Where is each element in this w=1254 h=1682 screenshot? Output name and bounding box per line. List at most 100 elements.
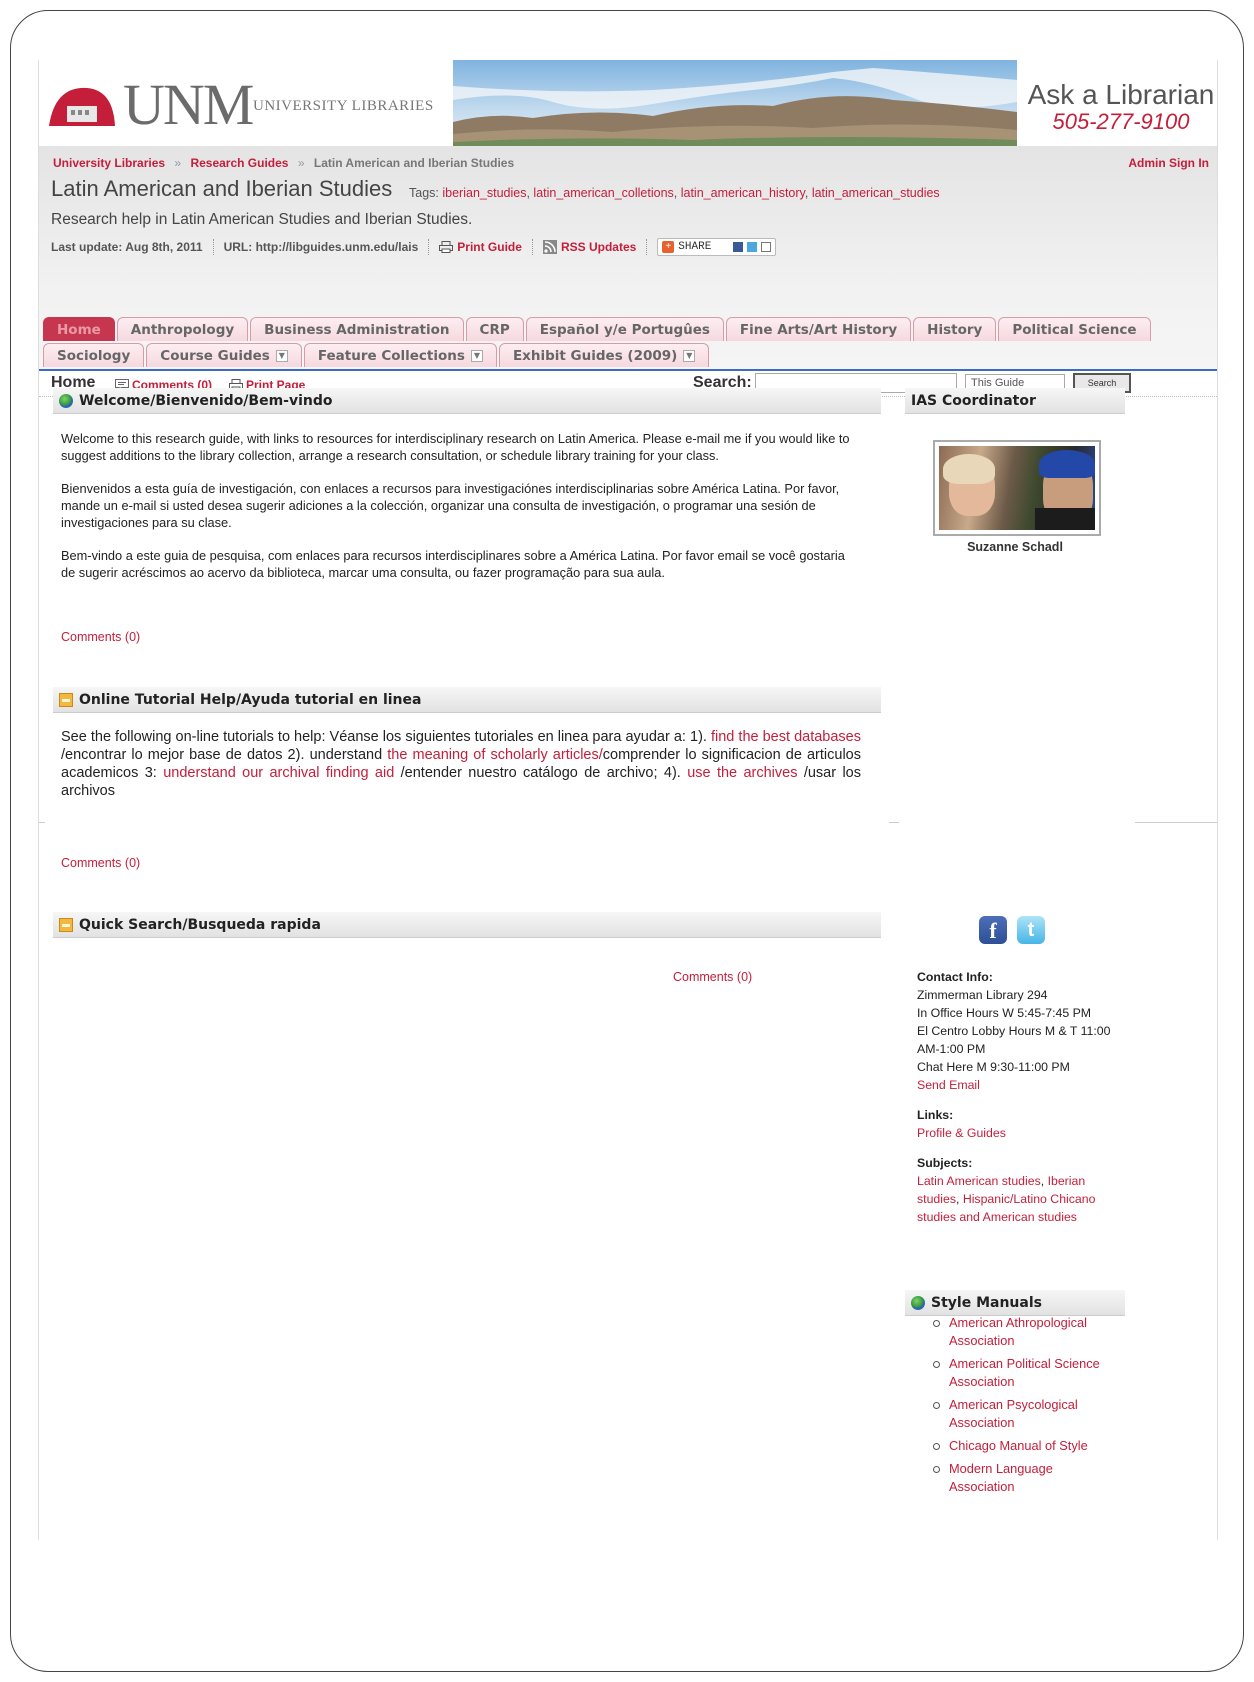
tab-political-science[interactable]: Political Science — [998, 317, 1151, 341]
tab-exhibit-guides[interactable]: Exhibit Guides (2009) ▼ — [498, 343, 710, 367]
tutorial-text-part: /entender nuestro catálogo de archivo; 4… — [394, 765, 688, 781]
send-email-link[interactable]: Send Email — [917, 1076, 1117, 1094]
rss-updates-link[interactable]: RSS Updates — [542, 240, 636, 254]
twitter-icon[interactable]: t — [1017, 916, 1045, 944]
tutorial-link-best-databases[interactable]: find the best databases — [711, 729, 861, 745]
breadcrumb-current: Latin American and Iberian Studies — [313, 156, 515, 170]
globe-icon — [911, 1295, 925, 1310]
welcome-portuguese: Bem-vindo a este guia de pesquisa, com e… — [61, 548, 845, 580]
chevron-down-icon[interactable]: ▼ — [683, 349, 696, 362]
tag-link[interactable]: latin_american_studies — [812, 186, 940, 200]
divider — [646, 239, 648, 255]
style-manuals-header: Style Manuals — [905, 1290, 1125, 1316]
contact-line: In Office Hours W 5:45-7:45 PM — [917, 1006, 1092, 1020]
contact-info-label: Contact Info: — [917, 970, 993, 984]
tab-espanol-portugues[interactable]: Español y/e Portugûes — [525, 317, 724, 341]
breadcrumb-separator: » — [297, 156, 305, 170]
style-manual-link[interactable]: American Psycological Association — [933, 1396, 1119, 1432]
ask-title[interactable]: Ask a Librarian — [1023, 80, 1217, 110]
unm-logo-icon[interactable] — [47, 82, 117, 128]
facebook-small-icon — [733, 242, 744, 252]
tab-home[interactable]: Home — [43, 317, 115, 341]
welcome-box-title: Welcome/Bienvenido/Bem-vindo — [79, 392, 333, 409]
divider — [212, 239, 214, 255]
tab-label: Exhibit Guides (2009) — [512, 347, 678, 364]
tag-link[interactable]: iberian_studies — [442, 186, 526, 200]
tab-history[interactable]: History — [913, 317, 997, 341]
rss-box-icon — [59, 692, 73, 707]
last-update: Last update: Aug 8th, 2011 — [51, 240, 203, 254]
tab-crp[interactable]: CRP — [465, 317, 524, 341]
admin-sign-in-link[interactable]: Admin Sign In — [1128, 156, 1209, 170]
subjects-label: Subjects: — [917, 1156, 973, 1170]
tag-link[interactable]: latin_american_history — [681, 186, 805, 200]
tab-feature-collections[interactable]: Feature Collections ▼ — [303, 343, 497, 367]
share-label: SHARE — [678, 241, 712, 253]
style-manual-link[interactable]: Modern Language Association — [933, 1460, 1119, 1496]
ask-phone[interactable]: 505-277-9100 — [1023, 110, 1217, 134]
style-manual-link[interactable]: American Athropological Association — [933, 1314, 1119, 1350]
style-manuals-box: Style Manuals — [905, 1290, 1125, 1316]
style-manual-link[interactable]: American Political Science Association — [933, 1355, 1119, 1391]
tab-row-2: Sociology Course Guides ▼ Feature Collect… — [43, 343, 710, 367]
facebook-icon[interactable]: f — [979, 916, 1007, 944]
tutorial-link-scholarly-articles[interactable]: the meaning of scholarly articles/ — [387, 747, 603, 763]
chevron-down-icon[interactable]: ▼ — [470, 349, 483, 362]
quick-search-box-title: Quick Search/Busqueda rapida — [79, 916, 321, 933]
style-manuals-title: Style Manuals — [931, 1294, 1042, 1311]
tutorial-link-finding-aid[interactable]: understand our archival finding aid — [163, 765, 394, 781]
guide-url: URL: http://libguides.unm.edu/lais — [223, 240, 419, 254]
profile-guides-link[interactable]: Profile & Guides — [917, 1124, 1117, 1142]
libguide-page: UNM UNIVERSITY LIBRARIES Ask a Librarian… — [38, 60, 1218, 1540]
subject-link[interactable]: Latin American studies — [917, 1174, 1041, 1188]
rss-updates-label[interactable]: RSS Updates — [561, 240, 636, 254]
globe-icon — [59, 393, 73, 408]
logo-subtitle: UNIVERSITY LIBRARIES — [253, 98, 434, 114]
breadcrumb-libraries[interactable]: University Libraries — [53, 156, 165, 170]
divider — [39, 822, 45, 823]
guide-header: University Libraries » Research Guides »… — [39, 146, 1217, 392]
tab-course-guides[interactable]: Course Guides ▼ — [146, 343, 302, 367]
social-links: f t — [979, 916, 1045, 944]
print-guide-label[interactable]: Print Guide — [457, 240, 522, 254]
contact-line: Zimmerman Library 294 — [917, 988, 1048, 1002]
divider — [428, 239, 430, 255]
welcome-box-header: Welcome/Bienvenido/Bem-vindo — [53, 388, 881, 414]
breadcrumb: University Libraries » Research Guides »… — [53, 156, 514, 170]
tab-row-1: Home Anthropology Business Administratio… — [43, 317, 1151, 341]
ask-a-librarian[interactable]: Ask a Librarian 505-277-9100 — [1023, 80, 1217, 134]
print-guide-link[interactable]: Print Guide — [439, 240, 522, 254]
tutorial-link-archives[interactable]: use the archives — [687, 765, 797, 781]
site-banner: UNM UNIVERSITY LIBRARIES Ask a Librarian… — [39, 60, 1217, 146]
tab-anthropology[interactable]: Anthropology — [116, 317, 249, 341]
style-manual-link[interactable]: Chicago Manual of Style — [933, 1437, 1119, 1455]
breadcrumb-research-guides[interactable]: Research Guides — [190, 156, 288, 170]
profile-photo[interactable] — [933, 440, 1101, 536]
email-small-icon — [761, 242, 772, 252]
chevron-down-icon[interactable]: ▼ — [275, 349, 288, 362]
tags-label: Tags: — [409, 186, 439, 200]
divider — [889, 822, 899, 823]
divider — [531, 239, 533, 255]
welcome-comments-link[interactable]: Comments (0) — [61, 630, 140, 644]
contact-line: El Centro Lobby Hours M & T 11:00 AM-1:0… — [917, 1024, 1111, 1056]
coordinator-name: Suzanne Schadl — [967, 540, 1063, 554]
breadcrumb-separator: » — [174, 156, 182, 170]
welcome-english: Welcome to this research guide, with lin… — [61, 431, 850, 463]
tag-link[interactable]: latin_american_colletions — [533, 186, 673, 200]
tab-label: Course Guides — [160, 347, 270, 364]
tab-fine-arts[interactable]: Fine Arts/Art History — [725, 317, 912, 341]
tab-sociology[interactable]: Sociology — [43, 343, 145, 367]
twitter-small-icon — [747, 242, 758, 252]
quick-search-comments-link[interactable]: Comments (0) — [673, 970, 752, 984]
coordinator-box-header: IAS Coordinator — [905, 388, 1125, 414]
tab-business-administration[interactable]: Business Administration — [250, 317, 464, 341]
tutorial-box-title: Online Tutorial Help/Ayuda tutorial en l… — [79, 691, 422, 708]
share-button[interactable]: + SHARE — [657, 238, 777, 256]
logo-wordmark[interactable]: UNM — [123, 76, 254, 134]
tutorial-comments-link[interactable]: Comments (0) — [61, 856, 140, 870]
contact-line: Chat Here M 9:30-11:00 PM — [917, 1060, 1070, 1074]
guide-meta-bar: Last update: Aug 8th, 2011 URL: http://l… — [51, 238, 777, 256]
